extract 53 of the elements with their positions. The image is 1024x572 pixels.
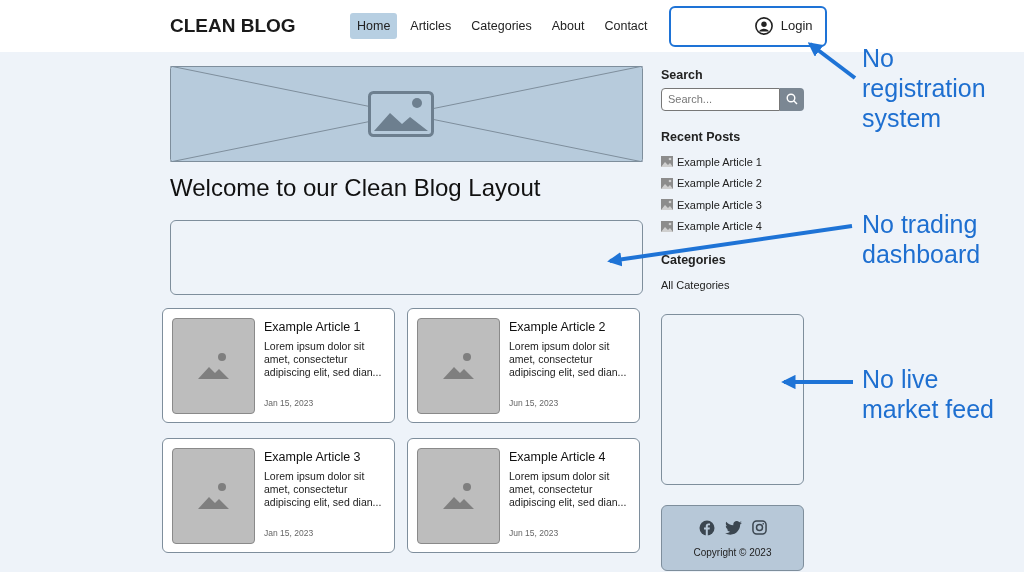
instagram-icon[interactable] bbox=[751, 520, 767, 536]
article-excerpt: Lorem ipsum dolor sit amet, consectetur adipiscing elit, sed dian... bbox=[264, 470, 383, 509]
category-link[interactable]: All Categories bbox=[661, 277, 804, 294]
article-card[interactable]: Example Article 2 Lorem ipsum dolor sit amet, consectetur adipiscing elit, sed dian... Jun 15, 2023 bbox=[407, 308, 640, 423]
annotation-text: No trading dashboard bbox=[862, 209, 982, 269]
annotation-text: No live market feed bbox=[862, 364, 995, 424]
nav-link[interactable]: Home bbox=[350, 12, 398, 40]
search-heading: Search bbox=[661, 67, 704, 84]
nav-link[interactable]: Contact bbox=[597, 12, 655, 40]
article-title: Example Article 4 bbox=[509, 449, 607, 465]
image-icon bbox=[661, 177, 673, 189]
image-icon bbox=[661, 199, 673, 211]
article-excerpt: Lorem ipsum dolor sit amet, consectetur adipiscing elit, sed dian... bbox=[509, 470, 628, 509]
page-title: Welcome to our Clean Blog Layout bbox=[170, 173, 542, 203]
article-date: Jan 15, 2023 bbox=[264, 397, 315, 410]
article-title: Example Article 3 bbox=[264, 449, 362, 465]
copyright-text: Copyright © 2023 bbox=[693, 545, 772, 560]
recent-post-link[interactable]: Example Article 2 bbox=[677, 175, 762, 192]
twitter-icon[interactable] bbox=[724, 520, 742, 535]
article-date: Jun 15, 2023 bbox=[509, 527, 560, 540]
annotation-text: No registration system bbox=[862, 43, 987, 133]
image-icon bbox=[442, 352, 475, 380]
facebook-icon[interactable] bbox=[698, 519, 715, 536]
user-icon bbox=[754, 17, 773, 35]
article-excerpt: Lorem ipsum dolor sit amet, consectetur adipiscing elit, sed dian... bbox=[509, 340, 628, 379]
image-icon bbox=[442, 482, 475, 510]
article-title: Example Article 1 bbox=[264, 319, 362, 335]
nav-link[interactable]: Articles bbox=[403, 12, 459, 40]
annotation-arrow bbox=[781, 374, 853, 390]
nav-link[interactable]: About bbox=[544, 12, 592, 40]
recent-post-link[interactable]: Example Article 3 bbox=[677, 196, 762, 213]
article-card[interactable]: Example Article 1 Lorem ipsum dolor sit amet, consectetur adipiscing elit, sed dian... Jan 15, 2023 bbox=[162, 308, 395, 423]
image-icon bbox=[661, 220, 673, 232]
nav-link[interactable]: Categories bbox=[464, 12, 539, 40]
article-card[interactable]: Example Article 4 Lorem ipsum dolor sit amet, consectetur adipiscing elit, sed dian... Jun 15, 2023 bbox=[407, 438, 640, 553]
article-card[interactable]: Example Article 3 Lorem ipsum dolor sit amet, consectetur adipiscing elit, sed dian... Jan 15, 2023 bbox=[162, 438, 395, 553]
image-icon bbox=[661, 156, 673, 168]
login-button[interactable]: Login bbox=[754, 16, 813, 36]
article-excerpt: Lorem ipsum dolor sit amet, consectetur adipiscing elit, sed dian... bbox=[264, 340, 383, 379]
site-logo[interactable]: CLEAN BLOG bbox=[170, 11, 350, 41]
article-date: Jun 15, 2023 bbox=[509, 397, 560, 410]
article-date: Jan 15, 2023 bbox=[264, 527, 315, 540]
image-icon bbox=[368, 91, 434, 137]
recent-post-link[interactable]: Example Article 4 bbox=[677, 218, 762, 235]
recent-post-link[interactable]: Example Article 1 bbox=[677, 153, 762, 170]
recent-posts-heading: Recent Posts bbox=[661, 128, 742, 146]
article-title: Example Article 2 bbox=[509, 319, 607, 335]
categories-heading: Categories bbox=[661, 251, 727, 269]
image-icon bbox=[197, 482, 230, 510]
search-button[interactable] bbox=[780, 87, 804, 111]
search-field[interactable]: Search... bbox=[661, 87, 780, 111]
search-icon bbox=[786, 93, 798, 106]
image-icon bbox=[197, 352, 230, 380]
